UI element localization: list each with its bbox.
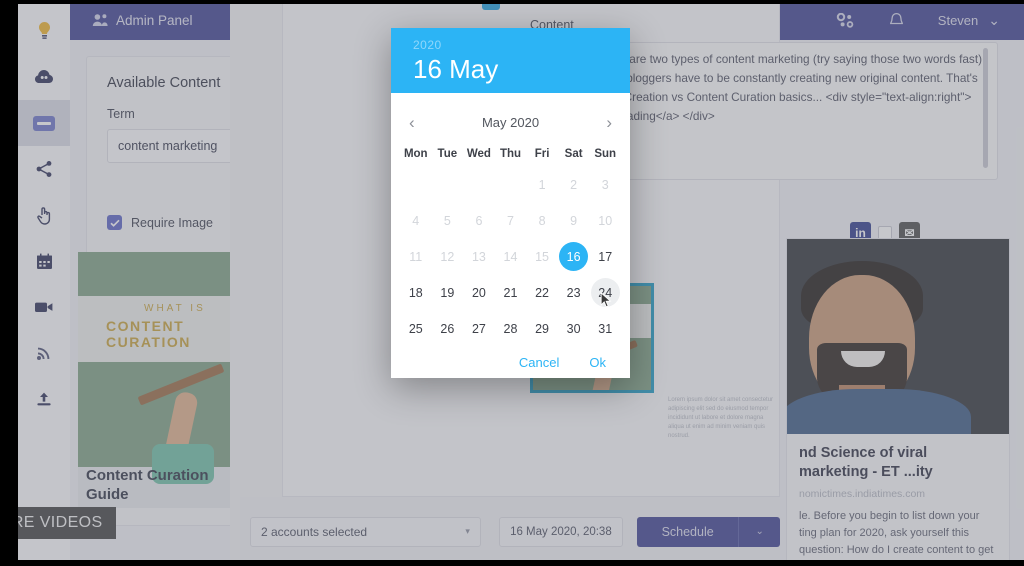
calendar-day-28[interactable]: 28 <box>495 314 527 343</box>
calendar-day-label: 31 <box>598 321 613 336</box>
calendar-day-26[interactable]: 26 <box>432 314 464 343</box>
dow-mon: Mon <box>403 148 428 160</box>
letterbox-left <box>0 0 18 566</box>
calendar-day-17[interactable]: 17 <box>589 242 621 271</box>
calendar-day-23[interactable]: 23 <box>558 278 590 307</box>
calendar-day-30[interactable]: 30 <box>558 314 590 343</box>
calendar-day-label: 4 <box>412 213 420 228</box>
dow-fri: Fri <box>534 148 550 160</box>
date-picker-dialog: 2020 16 May ‹ May 2020 › Mon Tue Wed Thu Fri… <box>391 28 630 378</box>
calendar-day-10: 10 <box>589 206 621 235</box>
calendar-day-label: 26 <box>440 321 455 336</box>
calendar-day-label: 21 <box>503 285 518 300</box>
calendar-day-label: 2 <box>570 177 578 192</box>
calendar-day-label: 6 <box>475 213 483 228</box>
calendar-day-20[interactable]: 20 <box>463 278 495 307</box>
day-of-week-header: Mon Tue Wed Thu Fri Sat Sun <box>391 148 630 160</box>
calendar-day-15: 15 <box>526 242 558 271</box>
calendar-day-14: 14 <box>495 242 527 271</box>
calendar-day-label: 16 <box>566 249 581 264</box>
calendar-day-5: 5 <box>432 206 464 235</box>
calendar-day-label: 22 <box>535 285 550 300</box>
calendar-day-19[interactable]: 19 <box>432 278 464 307</box>
mouse-cursor <box>600 292 612 308</box>
calendar-day-label: 15 <box>535 249 550 264</box>
calendar-day-label: 17 <box>598 249 613 264</box>
calendar-day-label: 30 <box>566 321 581 336</box>
cancel-button[interactable]: Cancel <box>519 355 559 370</box>
calendar-day-7: 7 <box>495 206 527 235</box>
date-picker-actions: Cancel Ok <box>391 343 630 370</box>
calendar-day-27[interactable]: 27 <box>463 314 495 343</box>
calendar-day-11: 11 <box>400 242 432 271</box>
calendar-day-label: 5 <box>443 213 451 228</box>
calendar-day-label: 1 <box>538 177 546 192</box>
screen: Admin Panel Steven ⌄ Available Content T… <box>0 0 1024 566</box>
calendar-day-4: 4 <box>400 206 432 235</box>
calendar-day-6: 6 <box>463 206 495 235</box>
calendar-day-label: 8 <box>538 213 546 228</box>
calendar-day-label: 25 <box>408 321 423 336</box>
calendar-day-label: 29 <box>535 321 550 336</box>
calendar-day-8: 8 <box>526 206 558 235</box>
dow-thu: Thu <box>499 148 522 160</box>
ok-button[interactable]: Ok <box>589 355 606 370</box>
calendar-day-9: 9 <box>558 206 590 235</box>
calendar-day-21[interactable]: 21 <box>495 278 527 307</box>
calendar-day-29[interactable]: 29 <box>526 314 558 343</box>
calendar-day-label: 12 <box>440 249 455 264</box>
calendar-day-12: 12 <box>432 242 464 271</box>
calendar-day-22[interactable]: 22 <box>526 278 558 307</box>
calendar-day-label: 19 <box>440 285 455 300</box>
calendar-day-label: 13 <box>471 249 486 264</box>
calendar-day-label: 23 <box>566 285 581 300</box>
calendar-day-label: 10 <box>598 213 613 228</box>
prev-month-icon[interactable]: ‹ <box>409 114 415 131</box>
selected-date[interactable]: 16 May <box>413 54 630 85</box>
current-month-label: May 2020 <box>481 114 540 130</box>
letterbox-top <box>0 0 1024 4</box>
calendar-day-label: 11 <box>409 249 423 264</box>
calendar-day-label: 27 <box>471 321 486 336</box>
calendar-day-3: 3 <box>589 170 621 199</box>
dow-sat: Sat <box>564 148 583 160</box>
calendar-grid: 1 2 3 4 5 6 7 8 9 10 11 12 13 14 15 16 17 18 19 20 21 22 23 24 2… <box>391 170 630 343</box>
dow-sun: Sun <box>594 148 617 160</box>
calendar-day-label: 3 <box>601 177 609 192</box>
calendar-day-16[interactable]: 16 <box>558 242 590 271</box>
calendar-day-label: 14 <box>503 249 518 264</box>
letterbox-bottom <box>0 560 1024 566</box>
calendar-day-label: 20 <box>471 285 486 300</box>
calendar-day-1: 1 <box>526 170 558 199</box>
calendar-day-label: 9 <box>570 213 578 228</box>
dow-tue: Tue <box>437 148 458 160</box>
calendar-day-2: 2 <box>558 170 590 199</box>
next-month-icon[interactable]: › <box>606 114 612 131</box>
calendar-day-18[interactable]: 18 <box>400 278 432 307</box>
calendar-day-13: 13 <box>463 242 495 271</box>
date-picker-header: 2020 16 May <box>391 28 630 93</box>
selected-year[interactable]: 2020 <box>413 38 630 52</box>
calendar-day-31[interactable]: 31 <box>589 314 621 343</box>
calendar-day-label: 18 <box>408 285 423 300</box>
calendar-day-label: 28 <box>503 321 518 336</box>
dow-wed: Wed <box>466 148 491 160</box>
month-navigation: ‹ May 2020 › <box>391 104 630 140</box>
calendar-day-label: 7 <box>507 213 514 228</box>
calendar-day-25[interactable]: 25 <box>400 314 432 343</box>
